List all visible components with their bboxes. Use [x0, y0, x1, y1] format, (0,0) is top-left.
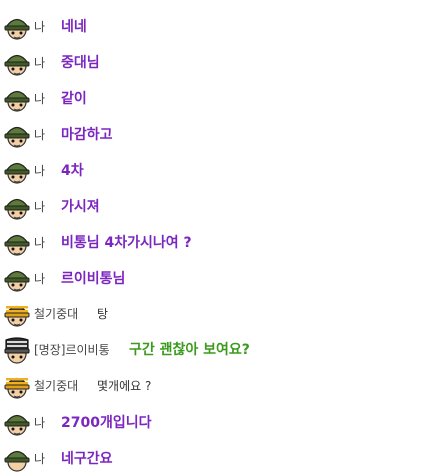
speaker-name: 나 [34, 56, 46, 70]
striped-helmet-icon [4, 377, 30, 399]
speaker-name: 나 [34, 164, 46, 178]
chat-message: 나 같이 [0, 79, 434, 115]
soldier-helmet-icon [4, 90, 30, 112]
soldier-helmet-icon [4, 450, 30, 472]
message-text: 르이비통님 [61, 271, 126, 287]
speaker-name: 나 [34, 20, 46, 34]
soldier-helmet-icon [4, 234, 30, 256]
chat-message: 나 마감하고 [0, 115, 434, 151]
message-text: 몇개에요 ? [97, 379, 152, 393]
speaker-name: 철기중대 [34, 379, 79, 393]
chat-message: [명장]르이비통 구간 괜찮아 보여요? [0, 330, 434, 366]
speaker-name: 나 [34, 272, 46, 286]
speaker-name: 나 [34, 236, 46, 250]
soldier-helmet-icon [4, 18, 30, 40]
soldier-helmet-icon [4, 162, 30, 184]
message-text: 비통님 4차가시나여 ? [61, 235, 192, 251]
speaker-name: 나 [34, 416, 46, 430]
chat-message: 철기중대 몇개에요 ? [0, 366, 434, 402]
message-text: 중대님 [61, 55, 100, 71]
soldier-helmet-icon [4, 414, 30, 436]
message-text: 2700개입니다 [61, 415, 152, 431]
chat-log: 나 네네 나 중대님 나 같이 나 마감하고 나 4차 나 가시져 나 비통님 … [0, 0, 434, 472]
message-text: 네네 [61, 19, 87, 35]
speaker-name: [명장]르이비통 [34, 343, 110, 357]
speaker-name: 철기중대 [34, 307, 79, 321]
message-text: 구간 괜찮아 보여요? [129, 342, 250, 358]
message-text: 같이 [61, 91, 87, 107]
chat-message: 나 가시져 [0, 187, 434, 223]
chat-message: 철기중대 탕 [0, 294, 434, 330]
striped-helmet-icon [4, 305, 30, 327]
chat-message: 나 네구간요 [0, 439, 434, 475]
chat-message: 나 2700개입니다 [0, 403, 434, 439]
speaker-name: 나 [34, 128, 46, 142]
speaker-name: 나 [34, 92, 46, 106]
chat-message: 나 네네 [0, 7, 434, 43]
message-text: 네구간요 [61, 451, 113, 467]
chat-message: 나 비통님 4차가시나여 ? [0, 223, 434, 259]
message-text: 4차 [61, 163, 84, 179]
chat-message: 나 르이비통님 [0, 259, 434, 295]
chat-message: 나 4차 [0, 151, 434, 187]
message-text: 마감하고 [61, 127, 113, 143]
chat-message: 나 중대님 [0, 43, 434, 79]
soldier-helmet-icon [4, 198, 30, 220]
dark-helmet-icon [4, 337, 30, 364]
message-text: 탕 [97, 307, 109, 321]
soldier-helmet-icon [4, 126, 30, 148]
message-text: 가시져 [61, 199, 100, 215]
soldier-helmet-icon [4, 54, 30, 76]
speaker-name: 나 [34, 452, 46, 466]
speaker-name: 나 [34, 200, 46, 214]
soldier-helmet-icon [4, 270, 30, 292]
